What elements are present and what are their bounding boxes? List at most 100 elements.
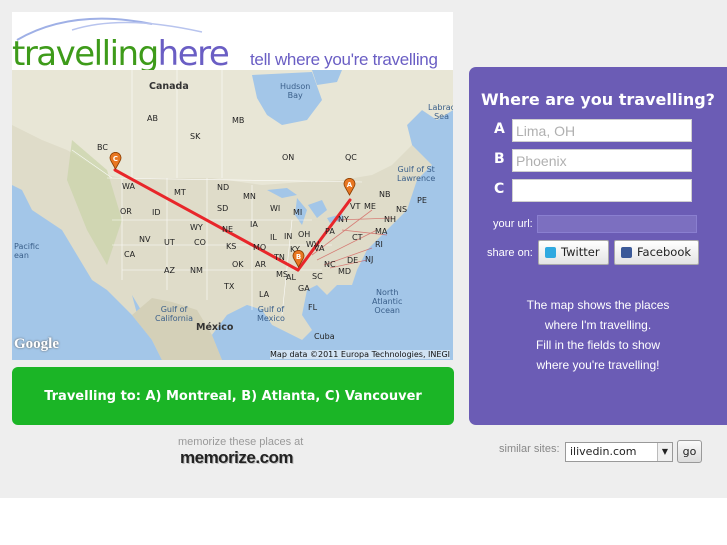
place-b-input[interactable]: Phoenix — [512, 149, 692, 172]
map-label-hudson-bay: Hudson Bay — [280, 82, 311, 100]
map-label-nj: NJ — [365, 255, 374, 264]
map-label-md: MD — [338, 267, 352, 276]
map-label-me: ME — [364, 202, 376, 211]
map-label-fl: FL — [308, 303, 318, 312]
memorize-logo[interactable]: memorize.com — [180, 448, 294, 468]
site-header: travellinghere tell where you're travell… — [12, 12, 453, 74]
map-label-gulf-st-lawrence: Gulf of St Lawrence — [397, 165, 436, 183]
map-label-tx: TX — [224, 282, 235, 291]
map-label-ns: NS — [396, 205, 408, 214]
url-field[interactable] — [537, 215, 697, 233]
map-label-ks: KS — [226, 242, 237, 251]
map-label-pe: PE — [417, 196, 427, 205]
logo-part-here: here — [157, 34, 230, 74]
map-label-id: ID — [152, 208, 161, 217]
map-label-ga: GA — [298, 284, 310, 293]
place-a-placeholder: Lima, OH — [516, 123, 576, 139]
map-label-qc: QC — [345, 153, 357, 162]
map-label-wv: WV — [306, 240, 320, 249]
facebook-share-button[interactable]: Facebook — [614, 240, 699, 265]
go-button[interactable]: go — [677, 440, 702, 463]
map-label-ut: UT — [164, 238, 175, 247]
route-map[interactable]: Canada Hudson Bay Labrac Sea AB SK MB BC… — [12, 70, 453, 360]
travel-form-panel: Where are you travelling? A Lima, OH B P… — [469, 67, 727, 425]
map-label-al: AL — [286, 273, 296, 282]
map-label-nm: NM — [190, 266, 203, 275]
map-label-ar: AR — [255, 260, 267, 269]
info-line-2: where I'm travelling. — [544, 318, 652, 332]
map-label-vt: VT — [350, 202, 361, 211]
info-line-3: Fill in the fields to show — [535, 338, 661, 352]
share-label: share on: — [487, 247, 533, 259]
map-label-ca: CA — [124, 250, 136, 259]
site-logo[interactable]: travellinghere — [12, 34, 230, 74]
map-label-de: DE — [347, 256, 359, 265]
place-a-input[interactable]: Lima, OH — [512, 119, 692, 142]
info-line-1: The map shows the places — [526, 298, 670, 312]
map-marker-c-letter: C — [113, 155, 118, 163]
panel-title: Where are you travelling? — [481, 90, 715, 109]
map-label-oh: OH — [298, 230, 311, 239]
memorize-label: memorize these places at — [178, 436, 304, 448]
info-line-4: where you're travelling! — [536, 358, 660, 372]
map-label-ok: OK — [232, 260, 244, 269]
chevron-down-icon: ▼ — [657, 443, 672, 461]
similar-sites-select[interactable]: ilivedin.com ▼ — [565, 442, 673, 462]
place-b-placeholder: Phoenix — [516, 153, 567, 169]
map-label-north-atlantic: North Atlantic Ocean — [372, 288, 403, 315]
map-label-gulf-california: Gulf of California — [155, 305, 193, 323]
map-attribution: Map data ©2011 Europa Technologies, INEG… — [270, 350, 450, 359]
map-label-pa: PA — [325, 227, 335, 236]
map-label-tn: TN — [274, 253, 285, 262]
map-label-sd: SD — [217, 204, 229, 213]
map-label-wa: WA — [122, 182, 135, 191]
map-label-ia: IA — [250, 220, 258, 229]
map-label-nv: NV — [139, 235, 151, 244]
map-label-la: LA — [259, 290, 270, 299]
map-label-mo: MO — [253, 243, 267, 252]
map-label-il: IL — [270, 233, 277, 242]
map-label-ny: NY — [338, 215, 349, 224]
map-label-nh: NH — [384, 215, 396, 224]
google-logo[interactable]: Google — [14, 336, 59, 353]
map-marker-b[interactable]: B — [292, 250, 305, 268]
map-label-on: ON — [282, 153, 295, 162]
map-label-nc: NC — [324, 260, 336, 269]
map-label-az: AZ — [164, 266, 175, 275]
logo-part-travelling: travelling — [12, 34, 159, 74]
map-label-ma: MA — [375, 227, 388, 236]
map-marker-a[interactable]: A — [343, 178, 356, 196]
map-label-ct: CT — [352, 233, 363, 242]
facebook-label: Facebook — [637, 245, 692, 259]
map-label-or: OR — [120, 207, 132, 216]
map-label-nb: NB — [379, 190, 391, 199]
map-label-sc: SC — [312, 272, 323, 281]
map-label-nd: ND — [217, 183, 230, 192]
map-label-mn: MN — [243, 192, 256, 201]
map-label-wi: WI — [270, 204, 281, 213]
twitter-label: Twitter — [561, 245, 600, 259]
map-label-labrador-sea: Labrac Sea — [428, 103, 453, 121]
map-marker-b-letter: B — [296, 253, 301, 261]
map-label-cuba: Cuba — [314, 332, 335, 341]
map-label-ne: NE — [222, 225, 234, 234]
place-c-label: C — [494, 181, 505, 197]
map-label-mexico: México — [196, 322, 234, 333]
url-label: your url: — [493, 218, 533, 230]
map-label-mi: MI — [293, 208, 303, 217]
similar-sites-selected: ilivedin.com — [570, 445, 637, 458]
map-marker-c[interactable]: C — [109, 152, 122, 170]
map-marker-a-letter: A — [347, 181, 353, 189]
map-label-gulf-mexico: Gulf of Mexico — [257, 305, 285, 323]
twitter-share-button[interactable]: Twitter — [538, 240, 609, 265]
map-label-pacific-ocean: Pacific ean — [14, 242, 40, 260]
map-label-co: CO — [194, 238, 206, 247]
route-summary-bar: Travelling to: A) Montreal, B) Atlanta, … — [12, 367, 454, 425]
panel-info-text: The map shows the places where I'm trave… — [469, 295, 727, 375]
facebook-icon — [621, 247, 632, 258]
map-label-wy: WY — [190, 223, 203, 232]
map-label-mt: MT — [174, 188, 186, 197]
map-label-canada: Canada — [149, 81, 189, 92]
place-c-input[interactable] — [512, 179, 692, 202]
map-label-bc: BC — [97, 143, 108, 152]
